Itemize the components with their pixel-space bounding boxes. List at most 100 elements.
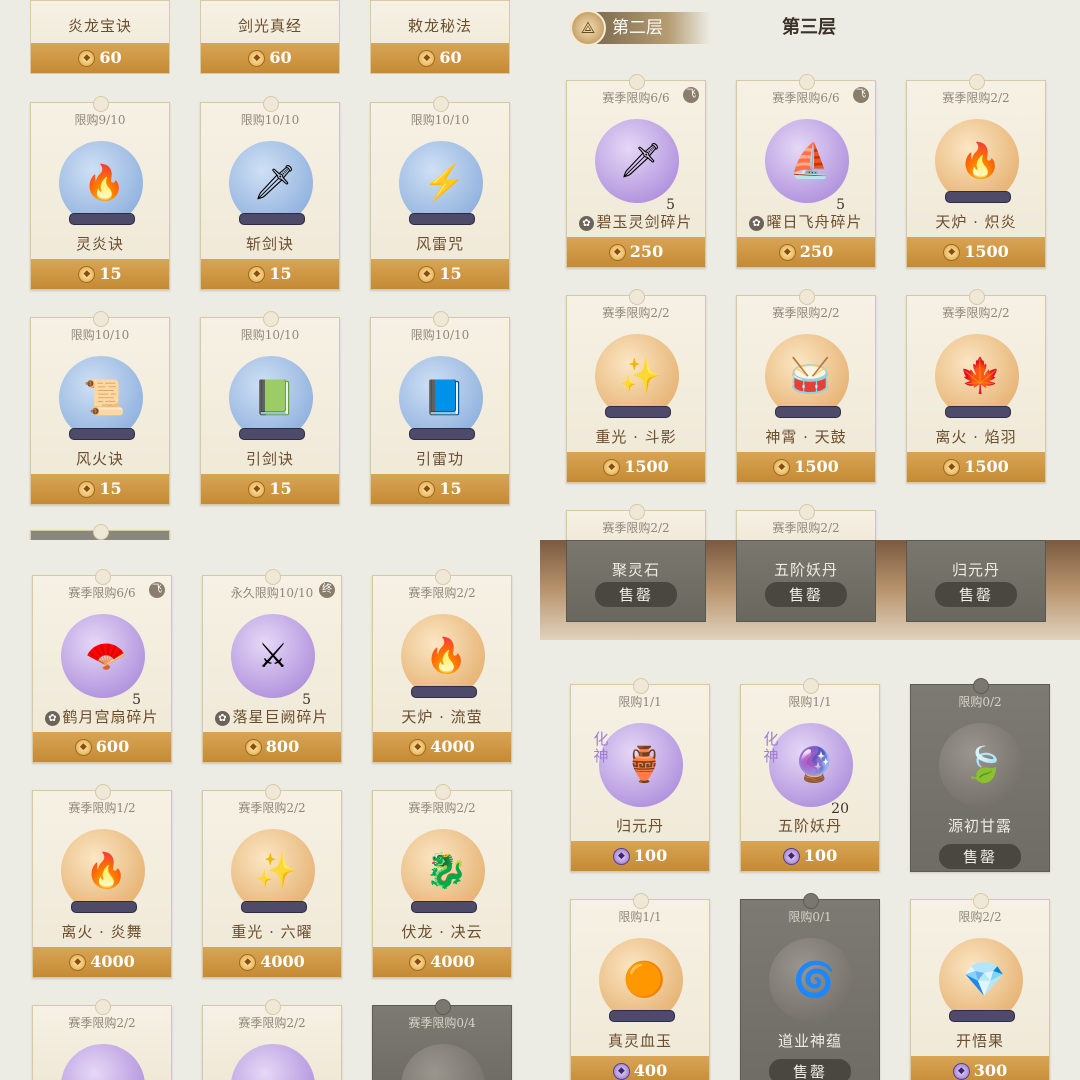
scroll-icon [605, 406, 671, 418]
shop-item-card[interactable]: 赛季限购6/6 飞 🪭 5 ✿ 鹤月宫扇碎片 ◆ 600 [32, 569, 172, 763]
shop-item-card[interactable]: 限购9/10 🔥 灵炎诀 ◆ 15 [30, 96, 170, 290]
purchase-limit: 赛季限购2/2 [408, 586, 476, 600]
shop-item-card-partial[interactable]: 炎龙宝诀 ◆ 60 [30, 0, 170, 74]
item-name: 离火 · 炎舞 [61, 923, 143, 941]
shop-item-card[interactable]: 赛季限购6/6 飞 ⛵ 5 ✿ 曜日飞舟碎片 ◆ 250 [736, 74, 876, 268]
price-value: 1500 [794, 457, 839, 476]
shop-panel-top-right: 第二层 ⟁ 第三层 赛季限购6/6 飞 🗡 5 ✿ 碧玉灵剑碎片 ◆ 250 赛季限购6/6 飞 ⛵… [540, 0, 1080, 540]
price-bar[interactable]: ◆ 15 [31, 474, 169, 504]
shop-item-card[interactable]: 赛季限购2/2 🐉 伏龙 · 决云 ◆ 4000 [372, 784, 512, 978]
currency-icon: ◆ [78, 266, 96, 283]
item-icon: 🏺 [623, 745, 666, 785]
item-name: 风火诀 [75, 450, 124, 468]
price-bar[interactable]: ◆ 100 [571, 841, 709, 871]
shop-item-card[interactable]: 赛季限购1/2 🔥 离火 · 炎舞 ◆ 4000 [32, 784, 172, 978]
price-value: 4000 [430, 952, 475, 971]
shop-item-card-partial[interactable] [30, 524, 170, 540]
item-backdrop [61, 1044, 145, 1080]
shop-item-card[interactable]: 限购0/1 🌀 道业神蕴 售罄 [740, 893, 880, 1080]
price-bar[interactable]: ◆ 250 [567, 237, 705, 267]
price-bar[interactable]: ◆ 15 [371, 259, 509, 289]
item-icon: ⚔ [257, 636, 289, 676]
price-bar[interactable]: ◆ 400 [571, 1056, 709, 1080]
price-bar[interactable]: ◆ 15 [31, 259, 169, 289]
shop-item-card[interactable]: 限购1/1 🔮 化神 20 五阶妖丹 ◆ 100 [740, 678, 880, 872]
shop-item-card-partial[interactable]: 赛季限购2/2 [566, 504, 706, 540]
price-bar[interactable]: ◆ 15 [201, 259, 339, 289]
tier-badge: 飞 [683, 87, 699, 103]
purchase-limit: 赛季限购2/2 [68, 1016, 136, 1030]
price-bar[interactable]: ◆ 1500 [567, 452, 705, 482]
item-name-row: 开悟果 [911, 1030, 1049, 1051]
item-icon: ⚡ [423, 163, 466, 203]
price-bar[interactable]: ◆ 250 [737, 237, 875, 267]
purchase-limit: 限购10/10 [240, 328, 300, 342]
purchase-limit: 赛季限购2/2 [772, 521, 840, 535]
shop-item-card-partial[interactable]: 赛季限购2/2 [736, 504, 876, 540]
shop-item-card[interactable]: 赛季限购6/6 飞 🗡 5 ✿ 碧玉灵剑碎片 ◆ 250 [566, 74, 706, 268]
price-bar[interactable]: ◆ 15 [201, 474, 339, 504]
layer-emblem-icon: ⟁ [570, 10, 606, 46]
price-bar[interactable]: ◆ 1500 [907, 237, 1045, 267]
item-name-row: 引剑诀 [201, 448, 339, 469]
price-bar[interactable]: ◆ 800 [203, 732, 341, 762]
price-value: 60 [269, 48, 292, 67]
currency-icon: ◆ [78, 481, 96, 498]
shop-item-card[interactable]: 限购10/10 🗡 斩剑诀 ◆ 15 [200, 96, 340, 290]
item-icon: 📘 [423, 378, 466, 418]
price-bar[interactable]: ◆ 60 [201, 43, 339, 73]
shop-item-card[interactable]: 限购10/10 📜 风火诀 ◆ 15 [30, 311, 170, 505]
price-bar[interactable]: ◆ 4000 [33, 947, 171, 977]
price-bar[interactable]: ◆ 4000 [203, 947, 341, 977]
shop-item-card[interactable]: 赛季限购2/2 🔥 天炉 · 炽炎 ◆ 1500 [906, 74, 1046, 268]
shop-item-card[interactable]: 限购10/10 ⚡ 风雷咒 ◆ 15 [370, 96, 510, 290]
price-bar[interactable]: ◆ 4000 [373, 947, 511, 977]
item-name: 重光 · 斗影 [595, 428, 677, 446]
price-bar[interactable]: ◆ 15 [371, 474, 509, 504]
scroll-icon [239, 428, 305, 440]
shop-item-card-partial[interactable]: 赛季限购2/2 [32, 999, 172, 1080]
purchase-limit: 限购1/1 [788, 695, 832, 709]
fragment-icon: ✿ [215, 710, 231, 726]
scroll-icon [411, 686, 477, 698]
item-backdrop [231, 1044, 315, 1080]
tab-layer-3[interactable]: 第三层 [782, 12, 836, 44]
item-name-row: 风雷咒 [371, 233, 509, 254]
shop-item-card[interactable]: 限购10/10 📗 引剑诀 ◆ 15 [200, 311, 340, 505]
shop-item-card[interactable]: 赛季限购2/2 ✨ 重光 · 斗影 ◆ 1500 [566, 289, 706, 483]
shop-item-card-partial[interactable]: 剑光真经 ◆ 60 [200, 0, 340, 74]
tier-badge: 飞 [149, 582, 165, 598]
scroll-icon [409, 428, 475, 440]
shop-item-card[interactable]: 赛季限购2/2 🔥 天炉 · 流萤 ◆ 4000 [372, 569, 512, 763]
shop-item-card-partial[interactable]: 赛季限购0/4 [372, 999, 512, 1080]
price-bar[interactable]: ◆ 1500 [907, 452, 1045, 482]
price-bar[interactable]: ◆ 60 [371, 43, 509, 73]
price-bar[interactable]: ◆ 4000 [373, 732, 511, 762]
shop-item-card[interactable]: 限购2/2 💎 开悟果 ◆ 300 [910, 893, 1050, 1080]
shop-item-card[interactable]: 限购1/1 🏺 化神 归元丹 ◆ 100 [570, 678, 710, 872]
shop-item-card[interactable]: 赛季限购2/2 🥁 神霄 · 天鼓 ◆ 1500 [736, 289, 876, 483]
shop-item-card[interactable]: 限购0/2 🍃 源初甘露 售罄 [910, 678, 1050, 872]
item-name-row: 风火诀 [31, 448, 169, 469]
purchase-limit: 限购10/10 [70, 328, 130, 342]
shop-item-card[interactable]: 赛季限购2/2 🍁 离火 · 焰羽 ◆ 1500 [906, 289, 1046, 483]
price-bar[interactable]: ◆ 1500 [737, 452, 875, 482]
item-icon: 📜 [83, 378, 126, 418]
price-bar[interactable]: ◆ 100 [741, 841, 879, 871]
item-name-row: 重光 · 六曜 [203, 921, 341, 942]
shop-item-card[interactable]: 永久限购10/10 终 ⚔ 5 ✿ 落星巨阙碎片 ◆ 800 [202, 569, 342, 763]
price-bar[interactable]: ◆ 600 [33, 732, 171, 762]
item-icon: 🪭 [85, 636, 128, 676]
sold-out-bar: 售罄 [567, 579, 705, 609]
shop-item-card-partial[interactable]: 敕龙秘法 ◆ 60 [370, 0, 510, 74]
shop-item-card[interactable]: 限购10/10 📘 引雷功 ◆ 15 [370, 311, 510, 505]
price-bar[interactable]: ◆ 60 [31, 43, 169, 73]
item-name: 天炉 · 炽炎 [935, 213, 1017, 231]
currency-icon: ◆ [418, 481, 436, 498]
shop-item-card[interactable]: 赛季限购2/2 ✨ 重光 · 六曜 ◆ 4000 [202, 784, 342, 978]
item-icon: 🔥 [85, 851, 128, 891]
shop-item-card-partial[interactable]: 赛季限购2/2 [202, 999, 342, 1080]
shop-item-card[interactable]: 限购1/1 🟠 真灵血玉 ◆ 400 [570, 893, 710, 1080]
sold-out-shelf-card: 归元丹 售罄 [906, 540, 1046, 622]
price-bar[interactable]: ◆ 300 [911, 1056, 1049, 1080]
